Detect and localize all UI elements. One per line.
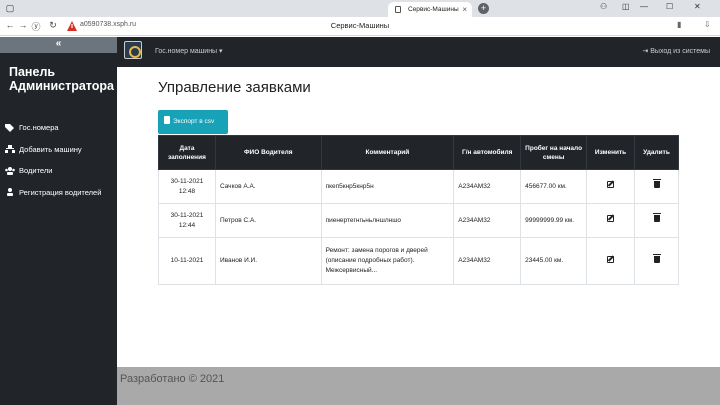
cell-delete <box>634 169 679 204</box>
cell-edit <box>586 237 636 285</box>
sidebar-title: Панель Администратора <box>9 65 114 93</box>
sidebar-item-add-car[interactable]: Добавить машину <box>0 139 117 161</box>
header-delete: Удалить <box>634 135 679 170</box>
download-icon[interactable]: ⇩ <box>704 20 711 29</box>
trash-icon[interactable] <box>652 179 661 188</box>
cell-date: 30-11-2021 12:48 <box>158 169 216 204</box>
cell-plate: А234АМ32 <box>453 237 522 285</box>
browser-tab[interactable]: Сервис-Машины × <box>388 2 472 17</box>
footer-text: Разработано © 2021 <box>120 373 225 385</box>
cell-plate: А234АМ32 <box>453 203 522 238</box>
edit-icon[interactable] <box>607 215 615 222</box>
logout-link[interactable]: ⇥ Выход из системы <box>642 47 710 55</box>
tab-title: Сервис-Машины <box>408 6 459 13</box>
header-edit: Изменить <box>586 135 636 170</box>
cell-driver: Иванов И.И. <box>214 237 322 285</box>
new-tab-button[interactable]: + <box>478 3 489 14</box>
cell-date: 10-11-2021 <box>158 237 216 285</box>
close-tab-icon[interactable]: × <box>462 2 467 17</box>
cell-comment: Ремонт: замена порогов и дверей (описани… <box>320 237 455 285</box>
cell-edit <box>586 169 636 204</box>
cell-delete <box>634 203 679 238</box>
top-navbar: Гос.номер машины ▾ ⇥ Выход из системы <box>117 37 720 67</box>
header-date: Дата заполнения <box>158 135 216 170</box>
table-header-row: Дата заполнения ФИО Водителя Комментарий… <box>158 135 679 170</box>
cell-mileage: 456677.00 км. <box>520 169 588 204</box>
sidebar-item-register-drivers[interactable]: Регистрация водителей <box>0 182 117 204</box>
main-content: Управление заявками Экспорт в csv Дата з… <box>117 67 720 367</box>
sitemap-icon <box>5 145 15 154</box>
sidebar: « Панель Администратора Гос.номера Добав… <box>0 37 117 405</box>
header-comment: Комментарий <box>320 135 455 170</box>
page-title: Сервис-Машины <box>330 21 390 30</box>
bookmark-icon[interactable]: ▮ <box>677 20 681 29</box>
sidebar-item-label: Гос.номера <box>19 123 59 133</box>
cell-edit <box>586 203 636 238</box>
cell-driver: Петров С.А. <box>214 203 322 238</box>
close-window-icon[interactable]: ✕ <box>694 2 701 11</box>
cell-driver: Сачков А.А. <box>214 169 322 204</box>
header-mileage: Пробег на начало смены <box>520 135 588 170</box>
header-plate: Г/н автомобиля <box>453 135 522 170</box>
cell-delete <box>634 237 679 285</box>
minimize-icon[interactable]: — <box>640 2 648 11</box>
export-csv-label: Экспорт в csv <box>173 118 215 125</box>
app-logo[interactable] <box>124 41 142 59</box>
file-csv-icon <box>164 116 170 124</box>
browser-tabbar: ▢ Сервис-Машины × + ⚇ ◫ — ☐ ✕ <box>0 0 720 17</box>
header-driver: ФИО Водителя <box>214 135 322 170</box>
export-csv-button[interactable]: Экспорт в csv <box>158 110 228 134</box>
cell-mileage: 23445.00 км. <box>520 237 588 285</box>
edit-icon[interactable] <box>607 181 615 188</box>
cell-comment: пиенертегнгьньлншлншо <box>320 203 455 238</box>
sidebar-item-label: Водители <box>19 166 53 176</box>
user-icon <box>7 188 13 197</box>
page-heading: Управление заявками <box>158 79 311 96</box>
cell-plate: А234АМ32 <box>453 169 522 204</box>
sidebar-item-drivers[interactable]: Водители <box>0 160 117 182</box>
plate-dropdown[interactable]: Гос.номер машины ▾ <box>155 47 223 55</box>
sidebar-item-label: Регистрация водителей <box>19 187 102 197</box>
footer: Разработано © 2021 <box>117 367 720 405</box>
table-row: 30-11-2021 12:48 Сачков А.А. пкеп5кнр5кн… <box>158 169 679 204</box>
incognito-icon[interactable]: ⚇ <box>600 2 607 11</box>
maximize-icon[interactable]: ☐ <box>666 2 673 11</box>
cell-comment: пкеп5кнр5кнр5н <box>320 169 455 204</box>
sidebar-item-label: Добавить машину <box>19 144 82 154</box>
tags-icon <box>5 123 14 132</box>
trash-icon[interactable] <box>652 213 661 222</box>
cell-date: 30-11-2021 12:44 <box>158 203 216 238</box>
edit-icon[interactable] <box>607 255 615 263</box>
table-row: 10-11-2021 Иванов И.И. Ремонт: замена по… <box>158 237 679 285</box>
sidebar-item-plates[interactable]: Гос.номера <box>0 117 117 139</box>
trash-icon[interactable] <box>652 253 661 263</box>
requests-table: Дата заполнения ФИО Водителя Комментарий… <box>158 135 679 285</box>
extensions-icon[interactable]: ◫ <box>622 2 630 11</box>
address-bar: ← → ⓨ ↻ a0590738.xsph.ru Сервис-Машины ▮… <box>0 17 720 36</box>
sidebar-collapse-button[interactable]: « <box>0 37 117 53</box>
table-row: 30-11-2021 12:44 Петров С.А. пиенертегнг… <box>158 203 679 238</box>
cell-mileage: 99999999.99 км. <box>520 203 588 238</box>
document-icon <box>395 6 401 13</box>
browser-menu-icon[interactable]: ▢ <box>4 2 16 14</box>
users-icon <box>5 166 15 175</box>
